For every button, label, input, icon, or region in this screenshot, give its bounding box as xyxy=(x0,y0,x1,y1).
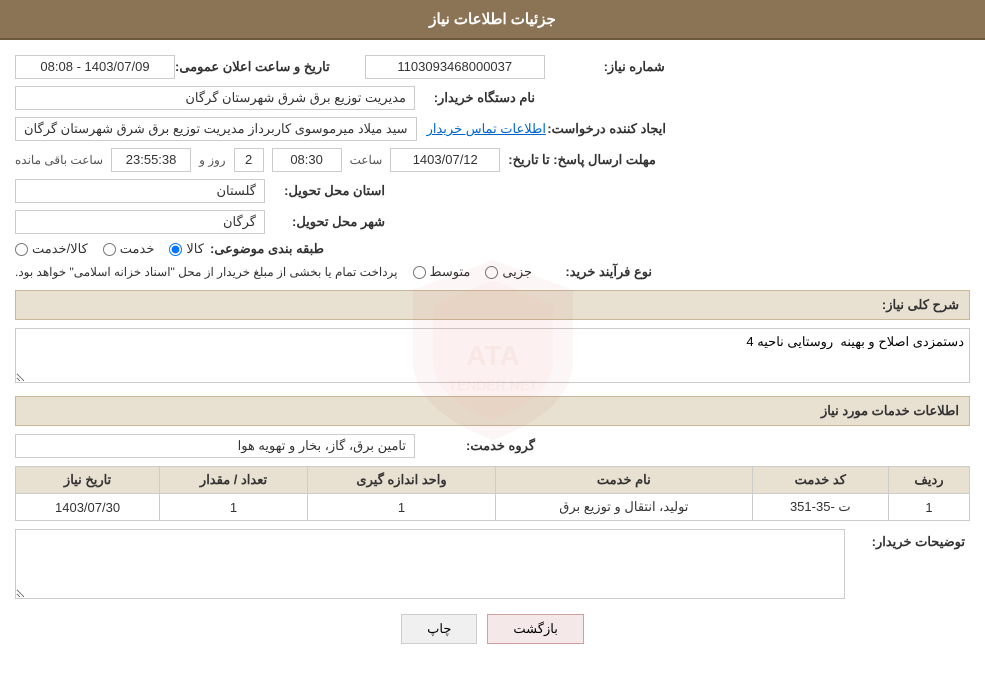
city-value: گرگان xyxy=(15,210,265,234)
need-number-row: شماره نیاز: 1103093468000037 تاریخ و ساع… xyxy=(15,55,970,79)
deadline-row: مهلت ارسال پاسخ: تا تاریخ: 1403/07/12 سا… xyxy=(15,148,970,172)
cell-qty: 1 xyxy=(160,494,308,521)
col-header-code: کد خدمت xyxy=(752,467,888,494)
purchase-jozii-radio[interactable] xyxy=(485,266,498,279)
category-kala-option[interactable]: کالا xyxy=(169,241,204,257)
deadline-days-label: روز و xyxy=(199,153,226,167)
deadline-date: 1403/07/12 xyxy=(390,148,500,172)
creator-value: سید میلاد میرموسوی کاربرداز مدیریت توزیع… xyxy=(15,117,417,141)
buyer-notes-row: توضیحات خریدار: xyxy=(15,529,970,599)
purchase-type-row: نوع فرآیند خرید: جزیی متوسط پرداخت تمام … xyxy=(15,264,970,280)
col-header-name: نام خدمت xyxy=(496,467,753,494)
creator-row: ایجاد کننده درخواست: اطلاعات تماس خریدار… xyxy=(15,117,970,141)
buyer-org-value: مدیریت توزیع برق شرق شهرستان گرگان xyxy=(15,86,415,110)
buttons-row: بازگشت چاپ xyxy=(15,614,970,644)
table-row: 1 ت -35-351 تولید، انتقال و توزیع برق 1 … xyxy=(16,494,970,521)
general-desc-label: شرح کلی نیاز: xyxy=(882,297,959,312)
services-section-title: اطلاعات خدمات مورد نیاز xyxy=(15,396,970,426)
need-number-label: شماره نیاز: xyxy=(545,59,665,75)
province-row: استان محل تحویل: گلستان xyxy=(15,179,970,203)
category-khedmat-option[interactable]: خدمت xyxy=(103,241,155,257)
deadline-remaining-label: ساعت باقی مانده xyxy=(15,153,103,167)
province-value: گلستان xyxy=(15,179,265,203)
service-group-value: تامین برق، گاز، بخار و تهویه هوا xyxy=(15,434,415,458)
buyer-org-row: نام دستگاه خریدار: مدیریت توزیع برق شرق … xyxy=(15,86,970,110)
category-kala-khedmat-radio[interactable] xyxy=(15,243,28,256)
cell-date: 1403/07/30 xyxy=(16,494,160,521)
contact-link[interactable]: اطلاعات تماس خریدار xyxy=(427,121,546,137)
purchase-jozii-option[interactable]: جزیی xyxy=(485,264,532,280)
purchase-motavaset-option[interactable]: متوسط xyxy=(413,264,471,280)
need-number-value: 1103093468000037 xyxy=(365,55,545,79)
general-desc-row: دستمزدی اصلاح و بهینه روستایی ناحیه 4 xyxy=(15,328,970,386)
col-header-unit: واحد اندازه گیری xyxy=(307,467,495,494)
buyer-notes-value[interactable] xyxy=(15,529,845,599)
print-button[interactable]: چاپ xyxy=(401,614,477,644)
category-row: طبقه بندی موضوعی: کالا خدمت کالا/خدمت xyxy=(15,241,970,257)
deadline-label: مهلت ارسال پاسخ: تا تاریخ: xyxy=(508,152,656,168)
purchase-motavaset-label: متوسط xyxy=(430,264,471,280)
buyer-notes-label: توضیحات خریدار: xyxy=(845,529,965,550)
table-header-row: ردیف کد خدمت نام خدمت واحد اندازه گیری ت… xyxy=(16,467,970,494)
services-title-text: اطلاعات خدمات مورد نیاز xyxy=(821,403,959,418)
page-header: جزئیات اطلاعات نیاز xyxy=(0,0,985,40)
cell-unit: 1 xyxy=(307,494,495,521)
general-desc-value[interactable]: دستمزدی اصلاح و بهینه روستایی ناحیه 4 xyxy=(15,328,970,383)
category-kala-label: کالا xyxy=(186,241,204,257)
service-group-row: گروه خدمت: تامین برق، گاز، بخار و تهویه … xyxy=(15,434,970,458)
buyer-org-label: نام دستگاه خریدار: xyxy=(415,90,535,106)
announce-date-value: 1403/07/09 - 08:08 xyxy=(15,55,175,79)
category-options: کالا خدمت کالا/خدمت xyxy=(15,241,204,257)
category-label: طبقه بندی موضوعی: xyxy=(204,241,324,257)
category-kala-khedmat-label: کالا/خدمت xyxy=(32,241,88,257)
purchase-jozii-label: جزیی xyxy=(502,264,532,280)
category-kala-radio[interactable] xyxy=(169,243,182,256)
cell-rownum: 1 xyxy=(888,494,969,521)
general-desc-content: دستمزدی اصلاح و بهینه روستایی ناحیه 4 xyxy=(15,328,970,386)
deadline-time: 08:30 xyxy=(272,148,342,172)
purchase-type-label: نوع فرآیند خرید: xyxy=(532,264,652,280)
announce-date-label: تاریخ و ساعت اعلان عمومی: xyxy=(175,59,330,75)
category-khedmat-label: خدمت xyxy=(120,241,155,257)
service-group-label: گروه خدمت: xyxy=(415,438,535,454)
category-kala-khedmat-option[interactable]: کالا/خدمت xyxy=(15,241,88,257)
deadline-remaining: 23:55:38 xyxy=(111,148,191,172)
deadline-time-label: ساعت xyxy=(350,153,383,167)
page-title: جزئیات اطلاعات نیاز xyxy=(429,11,556,28)
city-label: شهر محل تحویل: xyxy=(265,214,385,230)
services-table: ردیف کد خدمت نام خدمت واحد اندازه گیری ت… xyxy=(15,466,970,521)
cell-code: ت -35-351 xyxy=(752,494,888,521)
category-khedmat-radio[interactable] xyxy=(103,243,116,256)
deadline-days: 2 xyxy=(234,148,264,172)
general-desc-section-title: شرح کلی نیاز: xyxy=(15,290,970,320)
purchase-note: پرداخت تمام یا بخشی از مبلغ خریدار از مح… xyxy=(15,265,398,279)
col-header-qty: تعداد / مقدار xyxy=(160,467,308,494)
purchase-motavaset-radio[interactable] xyxy=(413,266,426,279)
col-header-rownum: ردیف xyxy=(888,467,969,494)
back-button[interactable]: بازگشت xyxy=(487,614,583,644)
col-header-date: تاریخ نیاز xyxy=(16,467,160,494)
province-label: استان محل تحویل: xyxy=(265,183,385,199)
city-row: شهر محل تحویل: گرگان xyxy=(15,210,970,234)
creator-label: ایجاد کننده درخواست: xyxy=(546,121,666,137)
cell-name: تولید، انتقال و توزیع برق xyxy=(496,494,753,521)
